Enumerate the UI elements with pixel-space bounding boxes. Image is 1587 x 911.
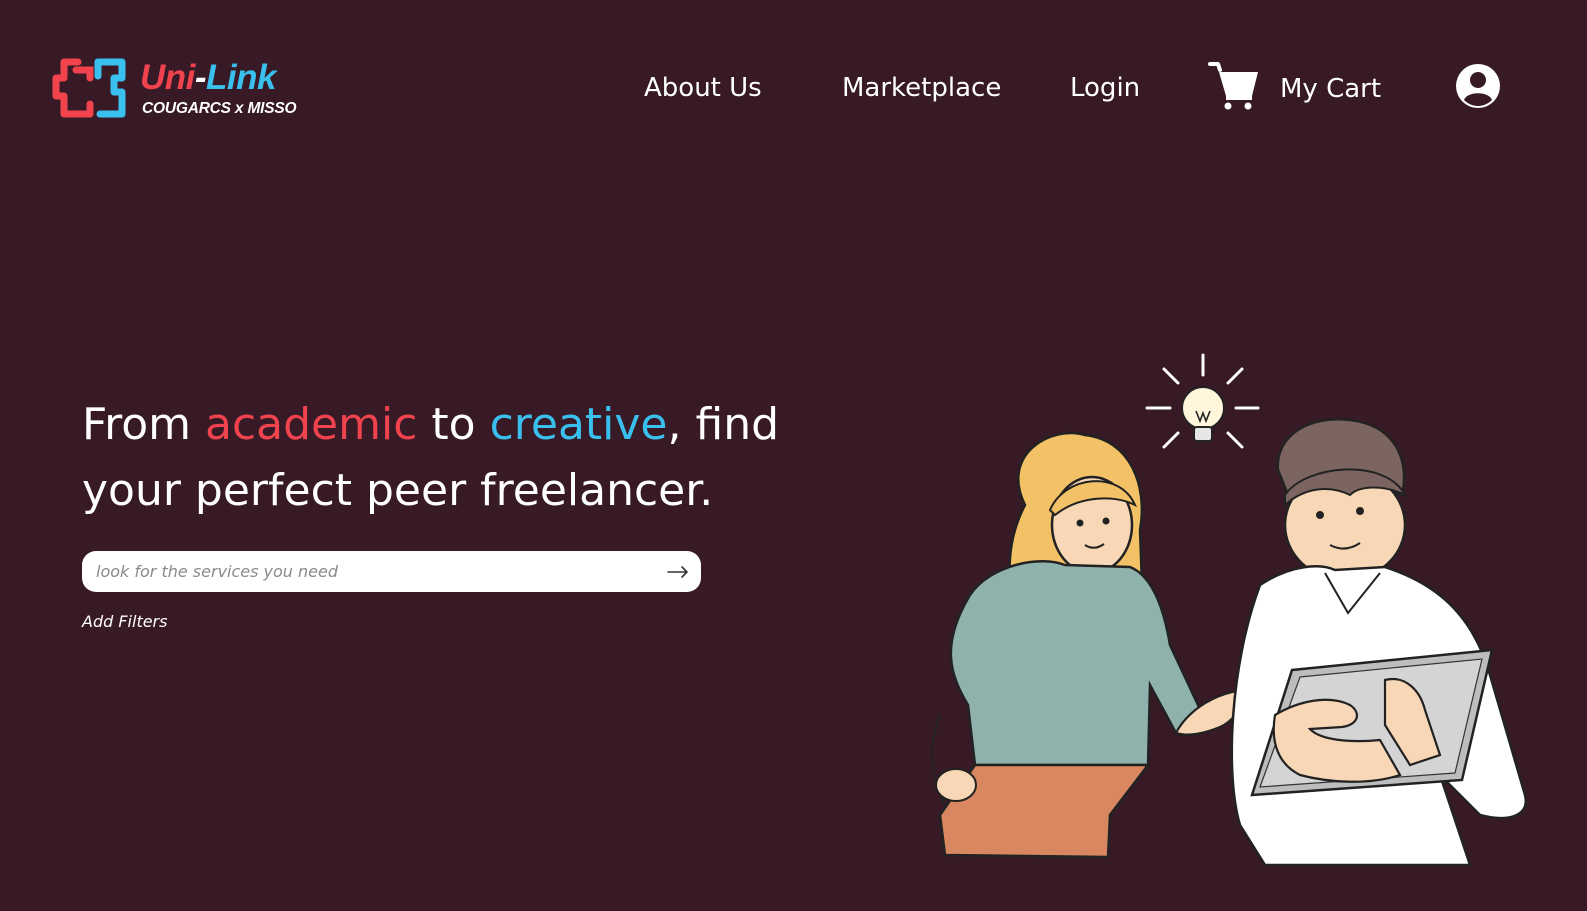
brand-name-part2: Link bbox=[206, 58, 276, 97]
nav-marketplace[interactable]: Marketplace bbox=[842, 70, 1001, 106]
cart-icon bbox=[1208, 62, 1258, 110]
hero-highlight-creative: creative bbox=[489, 399, 668, 450]
brand-name: Uni-Link bbox=[140, 58, 276, 98]
hero-headline: From academic to creative, find your per… bbox=[82, 392, 779, 524]
brand-logo[interactable]: Uni-Link COUGARCS x MISSO bbox=[52, 56, 322, 122]
lightbulb-icon bbox=[1145, 353, 1260, 449]
brand-tagline: COUGARCS x MISSO bbox=[142, 100, 297, 117]
brand-name-dash: - bbox=[194, 58, 207, 97]
user-circle-icon[interactable] bbox=[1454, 62, 1502, 110]
nav-login[interactable]: Login bbox=[1070, 70, 1140, 106]
hero-highlight-academic: academic bbox=[205, 399, 418, 450]
freelancers-illustration bbox=[931, 353, 1528, 867]
arrow-right-icon[interactable] bbox=[665, 559, 691, 585]
hero-line2: your perfect peer freelancer. bbox=[82, 465, 714, 516]
woman-figure bbox=[931, 431, 1267, 859]
puzzle-link-logo-icon bbox=[52, 58, 126, 118]
brand-name-part1: Uni bbox=[140, 58, 195, 97]
hero-line1-a: From bbox=[82, 399, 205, 450]
man-figure bbox=[1230, 417, 1528, 867]
search-bar bbox=[82, 551, 701, 592]
add-filters-link[interactable]: Add Filters bbox=[82, 612, 167, 631]
nav-about-us[interactable]: About Us bbox=[644, 70, 762, 106]
hero-line1-b: to bbox=[417, 399, 490, 450]
cart-label: My Cart bbox=[1280, 74, 1382, 104]
hero-line1-c: , find bbox=[667, 399, 780, 450]
search-input[interactable] bbox=[96, 551, 651, 592]
